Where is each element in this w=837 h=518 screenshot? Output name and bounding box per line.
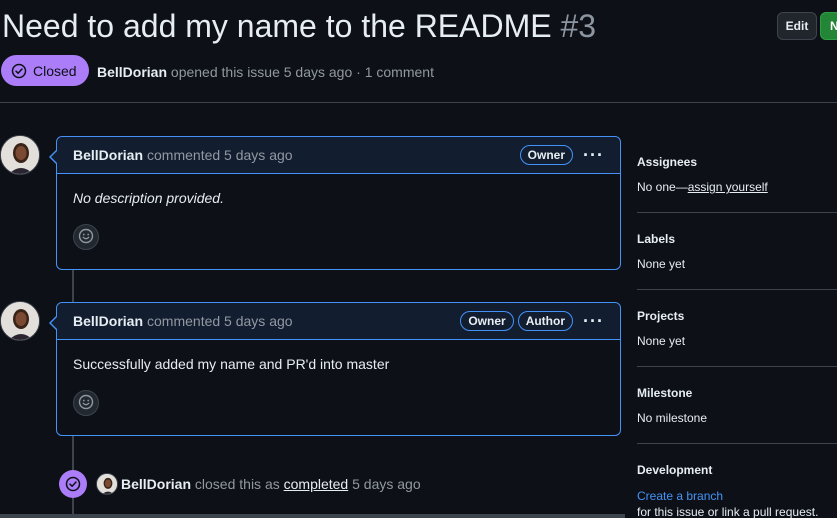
assign-yourself-link[interactable]: assign yourself (688, 180, 768, 194)
comment-card: BellDorian commented 5 days ago Owner Au… (49, 302, 621, 436)
author-badge: Author (517, 311, 574, 331)
closed-issue-icon (59, 470, 87, 498)
avatar[interactable] (96, 473, 118, 495)
labels-value: None yet (637, 257, 686, 271)
sidebar-divider (637, 289, 837, 290)
status-label: Closed (33, 62, 77, 79)
owner-badge: Owner (460, 311, 514, 331)
add-reaction-button[interactable] (73, 224, 99, 250)
comment-header: BellDorian commented 5 days ago Owner ··… (57, 137, 620, 174)
comment-count: 1 comment (364, 64, 434, 80)
sidebar-labels: Labels None yet (637, 232, 837, 271)
kebab-icon[interactable]: ··· (583, 146, 604, 164)
milestone-value: No milestone (637, 411, 708, 425)
avatar[interactable] (0, 135, 40, 175)
issue-title: Need to add my name to the README (2, 8, 552, 44)
header-divider (0, 102, 837, 103)
page-title: Need to add my name to the README #3 (2, 8, 596, 45)
development-heading[interactable]: Development (637, 463, 837, 477)
event-action: closed this as (194, 476, 280, 492)
assignees-heading[interactable]: Assignees (637, 155, 837, 169)
assignees-value: No one—assign yourself (637, 180, 837, 194)
development-subtext: for this issue or link a pull request. (637, 505, 819, 518)
projects-value: None yet (637, 334, 686, 348)
owner-badge: Owner (519, 145, 574, 165)
bottom-divider (0, 514, 625, 518)
issue-page: Need to add my name to the README #3 Edi… (0, 0, 837, 518)
comment-body: Successfully added my name and PR'd into… (57, 340, 620, 432)
create-branch-link[interactable]: Create a branch (637, 489, 837, 503)
smiley-icon (78, 228, 94, 247)
milestone-heading[interactable]: Milestone (637, 386, 837, 400)
event-author-link[interactable]: BellDorian (121, 476, 191, 492)
sidebar-divider (637, 212, 837, 213)
comment-author-link[interactable]: BellDorian (73, 313, 143, 329)
comment-author-link[interactable]: BellDorian (73, 147, 143, 163)
edit-button[interactable]: Edit (777, 12, 817, 40)
event-time[interactable]: 5 days ago (352, 476, 421, 492)
closed-event: BellDorian closed this as completed 5 da… (121, 476, 421, 492)
sidebar-divider (637, 366, 837, 367)
smiley-icon (78, 394, 94, 413)
closed-issue-icon (11, 63, 27, 79)
comment-body: No description provided. (57, 174, 620, 266)
sidebar-assignees: Assignees No one—assign yourself (637, 155, 837, 194)
issue-meta: BellDorian opened this issue 5 days ago … (97, 64, 434, 80)
sidebar-divider (637, 443, 837, 444)
status-badge: Closed (1, 55, 89, 86)
add-reaction-button[interactable] (73, 390, 99, 416)
comment-timestamp[interactable]: commented 5 days ago (147, 147, 293, 163)
sidebar-milestone: Milestone No milestone (637, 386, 837, 425)
meta-separator: · (356, 64, 361, 80)
comment-card: BellDorian commented 5 days ago Owner ··… (49, 136, 621, 270)
labels-heading[interactable]: Labels (637, 232, 837, 246)
completed-link[interactable]: completed (284, 476, 349, 492)
projects-heading[interactable]: Projects (637, 309, 837, 323)
comment-text: No description provided. (73, 190, 224, 206)
kebab-icon[interactable]: ··· (583, 312, 604, 330)
new-issue-button[interactable]: N (820, 12, 837, 40)
issue-author-link[interactable]: BellDorian (97, 64, 167, 80)
issue-number: #3 (560, 8, 597, 44)
avatar[interactable] (0, 301, 40, 341)
comment-text: Successfully added my name and PR'd into… (73, 356, 390, 372)
opened-text: opened this issue 5 days ago (170, 64, 353, 80)
sidebar-projects: Projects None yet (637, 309, 837, 348)
sidebar-development: Development Create a branch for this iss… (637, 463, 837, 518)
assignees-empty-text: No one— (637, 180, 688, 194)
comment-timestamp[interactable]: commented 5 days ago (147, 313, 293, 329)
comment-header: BellDorian commented 5 days ago Owner Au… (57, 303, 620, 340)
